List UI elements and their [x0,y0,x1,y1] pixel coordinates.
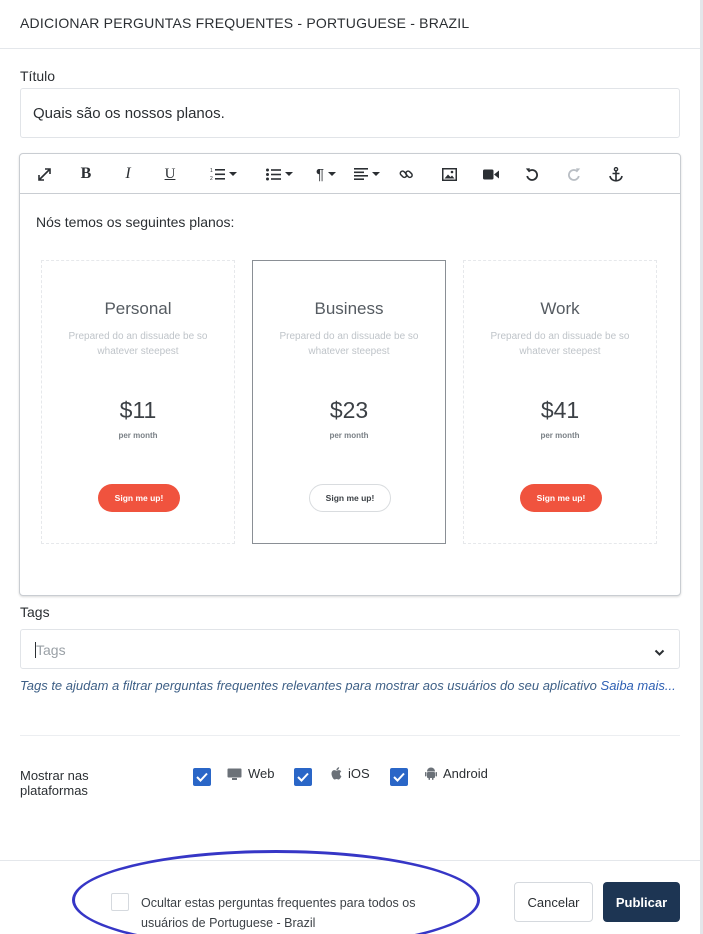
undo-icon[interactable] [520,154,544,194]
android-icon [425,767,437,780]
sign-up-button[interactable]: Sign me up! [309,484,391,512]
page-title: ADICIONAR PERGUNTAS FREQUENTES - PORTUGU… [20,15,470,31]
paragraph-icon[interactable]: ¶ [310,154,342,194]
unordered-list-icon[interactable] [258,154,300,194]
title-input[interactable] [20,88,680,138]
plan-description: Prepared do an dissuade be so whatever s… [68,331,208,357]
platform-label: Web [248,766,275,781]
redo-icon[interactable] [562,154,586,194]
plan-period: per month [329,431,369,440]
platform-label: Android [443,766,488,781]
tags-placeholder: Tags [36,642,66,658]
hide-faq-checkbox[interactable] [111,893,129,911]
plan-period: per month [540,431,580,440]
rich-text-editor: B I U 12 ¶ Nós temos os seguintes planos… [19,153,681,596]
image-icon[interactable] [437,154,461,194]
svg-text:2: 2 [210,176,213,181]
tags-help-text: Tags te ajudam a filtrar perguntas frequ… [20,676,680,695]
platform-android-checkbox[interactable] [390,768,408,786]
publish-button[interactable]: Publicar [603,882,680,922]
tags-select[interactable]: Tags [20,629,680,669]
monitor-icon [227,768,242,780]
hide-faq-label: Ocultar estas perguntas frequentes para … [141,896,416,930]
tags-label: Tags [20,604,50,620]
platform-android: Android [425,766,488,781]
platform-ios-checkbox[interactable] [294,768,312,786]
plan-name: Work [540,299,580,318]
sign-up-button[interactable]: Sign me up! [520,484,602,512]
plan-price: $41 [540,397,580,423]
cancel-button[interactable]: Cancelar [514,882,593,922]
apple-icon [331,767,342,780]
plan-name: Business [314,299,384,318]
expand-icon[interactable] [32,154,56,194]
platform-label: iOS [348,766,370,781]
plan-card-personal: Personal Prepared do an dissuade be so w… [41,260,235,544]
italic-icon[interactable]: I [116,154,140,194]
plan-description: Prepared do an dissuade be so whatever s… [279,331,419,357]
plan-period: per month [118,431,158,440]
title-label: Título [20,68,56,84]
plan-price: $23 [329,397,369,423]
anchor-icon[interactable] [604,154,628,194]
platform-ios: iOS [331,766,370,781]
tags-help-body: Tags te ajudam a filtrar perguntas frequ… [20,678,597,693]
link-icon[interactable] [394,154,418,194]
plan-name: Personal [104,299,172,318]
plan-card-work: Work Prepared do an dissuade be so whate… [463,260,657,544]
video-icon[interactable] [479,154,503,194]
chevron-down-icon[interactable] [654,644,665,662]
platform-web: Web [227,766,275,781]
modal-header: ADICIONAR PERGUNTAS FREQUENTES - PORTUGU… [0,0,700,49]
plan-description: Prepared do an dissuade be so whatever s… [490,331,630,357]
plan-price: $11 [119,397,157,423]
plan-card-business: Business Prepared do an dissuade be so w… [252,260,446,544]
sign-up-button[interactable]: Sign me up! [98,484,180,512]
platforms-label: Mostrar nas plataformas [20,768,89,798]
editor-intro-text: Nós temos os seguintes planos: [36,214,235,230]
underline-icon[interactable]: U [158,154,182,194]
editor-toolbar: B I U 12 ¶ [20,154,680,194]
ordered-list-icon[interactable]: 12 [202,154,244,194]
svg-text:1: 1 [210,168,213,174]
section-divider [20,735,680,736]
align-icon[interactable] [350,154,384,194]
learn-more-link[interactable]: Saiba mais... [601,678,676,693]
platform-web-checkbox[interactable] [193,768,211,786]
bold-icon[interactable]: B [74,154,98,194]
